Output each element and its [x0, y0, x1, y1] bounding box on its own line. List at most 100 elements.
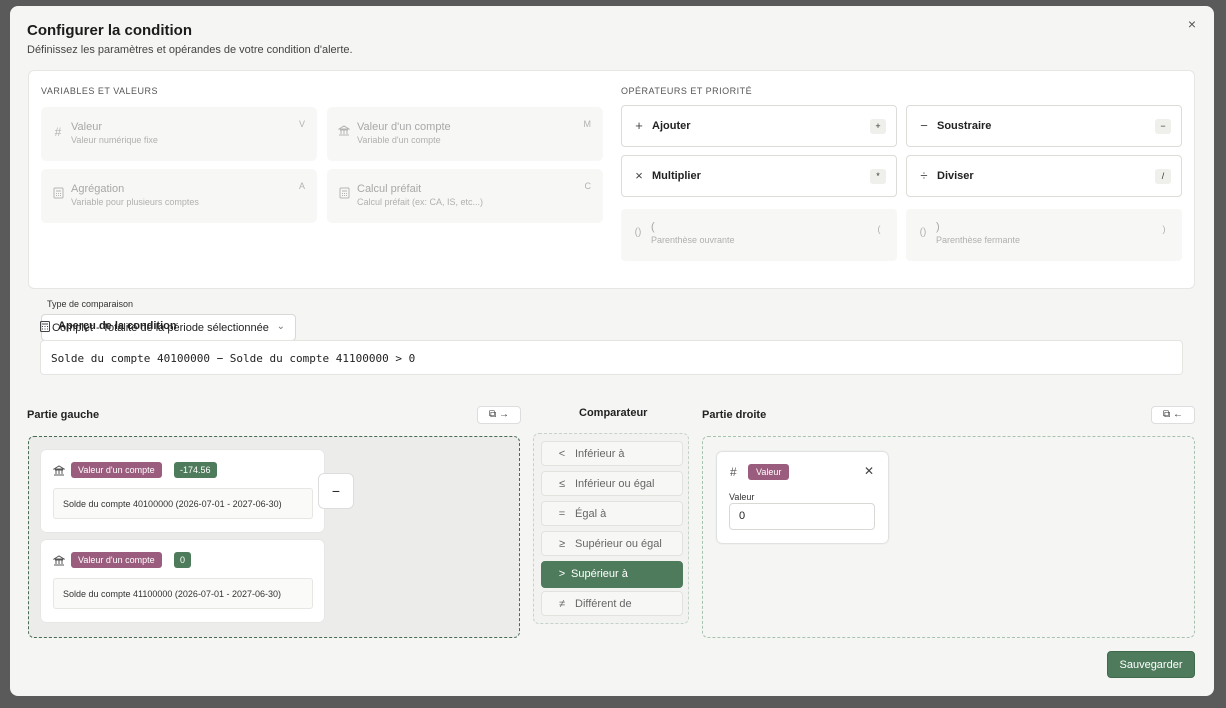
- comparator-ge[interactable]: ≥ Supérieur ou égal: [541, 531, 683, 556]
- bank-icon: [52, 555, 66, 570]
- condition-modal: Configurer la condition Définissez les p…: [10, 6, 1214, 696]
- operator-title: (: [651, 221, 655, 233]
- comparator-label: Supérieur ou égal: [575, 538, 662, 550]
- term-value-badge: 0: [174, 552, 192, 568]
- left-side-title: Partie gauche: [27, 409, 100, 421]
- variable-subtitle: Variable d'un compte: [357, 135, 441, 145]
- right-term[interactable]: # Valeur ✕ Valeur 0: [717, 452, 888, 543]
- comparator-symbol: =: [558, 508, 566, 520]
- operator-subtitle: Parenthèse ouvrante: [651, 235, 735, 245]
- variable-valeur-compte[interactable]: Valeur d'un compte Variable d'un compte …: [327, 107, 603, 161]
- condition-preview: Solde du compte 40100000 − Solde du comp…: [40, 340, 1183, 375]
- left-term-1[interactable]: Valeur d'un compte -174.56 Solde du comp…: [41, 450, 324, 532]
- modal-subtitle: Définissez les paramètres et opérandes d…: [27, 44, 353, 56]
- variable-valeur[interactable]: # Valeur Valeur numérique fixe V: [41, 107, 317, 161]
- hash-icon: #: [730, 465, 737, 479]
- comparator-eq[interactable]: = Égal à: [541, 501, 683, 526]
- comparator-ne[interactable]: ≠ Différent de: [541, 591, 683, 616]
- comparator-label: Égal à: [575, 508, 607, 520]
- comparator-title: Comparateur: [579, 407, 648, 419]
- variable-title: Calcul préfait: [357, 183, 422, 195]
- variable-agregation[interactable]: Agrégation Variable pour plusieurs compt…: [41, 169, 317, 223]
- comparison-type-label: Type de comparaison: [47, 299, 134, 309]
- operator-parenthese-fermante[interactable]: () ) Parenthèse fermante ): [906, 209, 1182, 261]
- variable-shortcut: V: [298, 119, 305, 129]
- comparator-symbol: ≤: [558, 478, 566, 490]
- operator-title: Soustraire: [937, 120, 992, 132]
- comparator-gt[interactable]: > Supérieur à: [541, 561, 683, 588]
- modal-title: Configurer la condition: [27, 22, 192, 39]
- calculator-icon: [337, 187, 351, 201]
- value-input[interactable]: 0: [729, 503, 875, 530]
- bank-icon: [52, 465, 66, 480]
- term-type-badge: Valeur d'un compte: [71, 552, 162, 568]
- variable-shortcut: M: [583, 119, 592, 129]
- operator-title: Multiplier: [652, 170, 701, 182]
- preview-title: Aperçu de la condition: [58, 320, 177, 332]
- operator-ajouter[interactable]: + Ajouter +: [621, 105, 897, 147]
- operator-shortcut: *: [870, 169, 886, 184]
- toolbox-panel: VARIABLES ET VALEURS # Valeur Valeur num…: [28, 70, 1195, 341]
- operator-shortcut: −: [1155, 119, 1171, 134]
- right-dropzone[interactable]: # Valeur ✕ Valeur 0: [702, 436, 1195, 638]
- operator-shortcut: (: [877, 224, 881, 234]
- account-selector[interactable]: Solde du compte 40100000 (2026-07-01 - 2…: [53, 488, 313, 519]
- comparator-label: Inférieur à: [575, 448, 625, 460]
- variable-title: Valeur: [71, 121, 102, 133]
- copy-to-left-button[interactable]: ⧉ ←: [1151, 406, 1195, 424]
- variable-calcul-prefait[interactable]: Calcul préfait Calcul préfait (ex: CA, I…: [327, 169, 603, 223]
- left-term-2[interactable]: Valeur d'un compte 0 Solde du compte 411…: [41, 540, 324, 622]
- plus-icon: +: [635, 118, 643, 133]
- minus-icon: −: [920, 118, 928, 133]
- right-side-title: Partie droite: [702, 409, 767, 421]
- operator-shortcut: /: [1155, 169, 1171, 184]
- comparator-list: < Inférieur à ≤ Inférieur ou égal = Égal…: [533, 433, 689, 624]
- operator-parenthese-ouvrante[interactable]: () ( Parenthèse ouvrante (: [621, 209, 897, 261]
- operator-minus-button[interactable]: −: [318, 473, 354, 509]
- left-dropzone[interactable]: Valeur d'un compte -174.56 Solde du comp…: [28, 436, 520, 638]
- variable-title: Valeur d'un compte: [357, 121, 451, 133]
- variable-subtitle: Calcul préfait (ex: CA, IS, etc...): [357, 197, 484, 207]
- copy-to-right-button[interactable]: ⧉ →: [477, 406, 521, 424]
- comparator-lt[interactable]: < Inférieur à: [541, 441, 683, 466]
- divide-icon: ÷: [920, 168, 928, 183]
- operator-title: Diviser: [937, 170, 974, 182]
- variable-subtitle: Valeur numérique fixe: [71, 135, 158, 145]
- variables-heading: VARIABLES ET VALEURS: [41, 86, 159, 96]
- operators-heading: OPÉRATEURS ET PRIORITÉ: [621, 86, 753, 96]
- variable-shortcut: C: [584, 181, 592, 191]
- value-field-label: Valeur: [729, 492, 755, 502]
- term-type-badge: Valeur d'un compte: [71, 462, 162, 478]
- term-type-badge: Valeur: [748, 464, 790, 480]
- comparator-symbol: >: [558, 568, 566, 580]
- remove-term-icon[interactable]: ✕: [864, 464, 874, 478]
- chevron-down-icon: ⌄: [276, 321, 285, 332]
- comparator-label: Supérieur à: [571, 568, 628, 580]
- times-icon: ×: [635, 168, 643, 183]
- operator-multiplier[interactable]: × Multiplier *: [621, 155, 897, 197]
- comparator-le[interactable]: ≤ Inférieur ou égal: [541, 471, 683, 496]
- variable-title: Agrégation: [71, 183, 125, 195]
- comparator-symbol: ≥: [558, 538, 566, 550]
- account-selector[interactable]: Solde du compte 41100000 (2026-07-01 - 2…: [53, 578, 313, 609]
- parentheses-icon: (): [919, 227, 927, 238]
- variable-subtitle: Variable pour plusieurs comptes: [71, 197, 199, 207]
- calculator-icon: [40, 321, 50, 335]
- comparator-label: Différent de: [575, 598, 632, 610]
- operator-shortcut: ): [1162, 224, 1166, 234]
- operator-title: Ajouter: [652, 120, 691, 132]
- calculator-icon: [51, 187, 65, 201]
- comparator-symbol: ≠: [558, 598, 566, 610]
- close-icon[interactable]: ×: [1188, 16, 1196, 32]
- parentheses-icon: (): [634, 227, 642, 238]
- operator-soustraire[interactable]: − Soustraire −: [906, 105, 1182, 147]
- comparator-label: Inférieur ou égal: [575, 478, 655, 490]
- save-button[interactable]: Sauvegarder: [1107, 651, 1195, 678]
- variable-shortcut: A: [298, 181, 305, 191]
- hash-icon: #: [54, 125, 62, 139]
- operator-shortcut: +: [870, 119, 886, 134]
- term-value-badge: -174.56: [174, 462, 217, 478]
- operator-subtitle: Parenthèse fermante: [936, 235, 1021, 245]
- operator-diviser[interactable]: ÷ Diviser /: [906, 155, 1182, 197]
- operator-title: ): [936, 221, 940, 233]
